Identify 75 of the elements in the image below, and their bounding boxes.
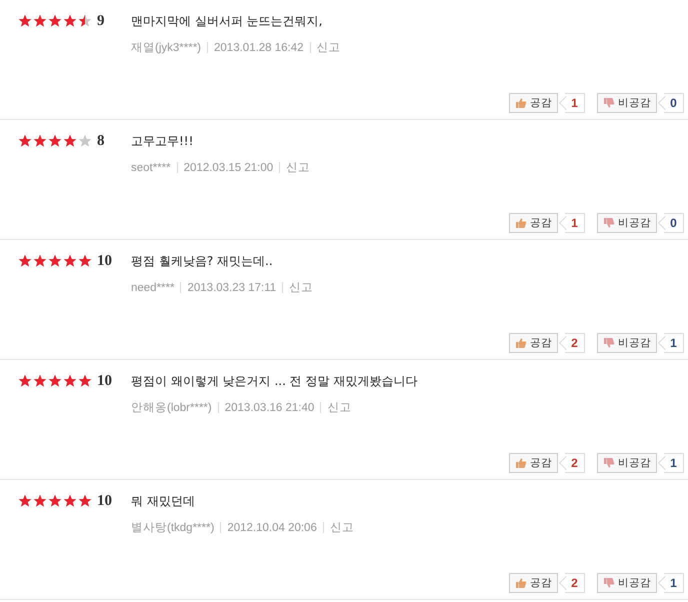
like-count: 1 [559, 93, 585, 113]
thumbs-up-icon [515, 217, 527, 229]
author-name: need**** [131, 282, 174, 294]
rating-score: 10 [96, 492, 113, 510]
dislike-count: 1 [658, 453, 684, 473]
rating-score: 10 [96, 372, 113, 390]
dislike-count: 0 [658, 93, 684, 113]
star-icon [48, 374, 62, 388]
thumbs-down-icon [603, 577, 615, 589]
dislike-count: 1 [658, 333, 684, 353]
star-icon [48, 134, 62, 148]
star-icon [18, 134, 32, 148]
review-date: 2013.03.23 17:11 [187, 282, 276, 294]
rating-score: 10 [96, 252, 113, 270]
thumbs-down-icon [603, 217, 615, 229]
star-icon [33, 254, 47, 268]
star-icon [78, 254, 92, 268]
star-icon [33, 374, 47, 388]
star-icon [33, 134, 47, 148]
dislike-button[interactable]: 비공감 [597, 93, 657, 113]
star-icon [78, 14, 92, 28]
like-count: 2 [559, 453, 585, 473]
rating-score: 9 [96, 12, 106, 30]
author-name: 안해옹(lobr****) [131, 401, 212, 415]
like-count: 2 [559, 333, 585, 353]
star-icon [18, 254, 32, 268]
star-icon [63, 14, 77, 28]
star-icon [33, 494, 47, 508]
dislike-button[interactable]: 비공감 [597, 573, 657, 593]
thumbs-down-icon [603, 337, 615, 349]
author-name: 별사탕(tkdg****) [131, 521, 214, 535]
review-text: 고무고무!!! [131, 132, 194, 150]
author-name: seot**** [131, 162, 171, 174]
review-date: 2012.10.04 20:06 [227, 522, 317, 534]
star-icon [18, 494, 32, 508]
thumbs-up-icon [515, 97, 527, 109]
dislike-button[interactable]: 비공감 [597, 333, 657, 353]
star-icon [48, 254, 62, 268]
star-icon [63, 134, 77, 148]
dislike-button[interactable]: 비공감 [597, 453, 657, 473]
star-icon [78, 134, 92, 148]
star-icon [78, 494, 92, 508]
review-text: 평점 훨케낮음? 재밋는데.. [131, 252, 273, 270]
like-button[interactable]: 공감 [509, 93, 558, 113]
like-count: 1 [559, 213, 585, 233]
like-button[interactable]: 공감 [509, 453, 558, 473]
review-date: 2013.01.28 16:42 [214, 42, 304, 54]
star-icon [18, 14, 32, 28]
review-date: 2012.03.15 21:00 [184, 162, 274, 174]
thumbs-down-icon [603, 97, 615, 109]
like-button[interactable]: 공감 [509, 213, 558, 233]
review-text: 뭐 재밌던데 [131, 492, 195, 510]
thumbs-up-icon [515, 577, 527, 589]
like-count: 2 [559, 573, 585, 593]
star-icon [63, 494, 77, 508]
review-text: 평점이 왜이렇게 낮은거지 ... 전 정말 재밌게봤습니다 [131, 372, 418, 390]
like-button[interactable]: 공감 [509, 573, 558, 593]
star-icon [48, 494, 62, 508]
thumbs-down-icon [603, 457, 615, 469]
review-text: 맨마지막에 실버서퍼 눈뜨는건뭐지, [131, 12, 322, 30]
dislike-count: 1 [658, 573, 684, 593]
star-icon [48, 14, 62, 28]
thumbs-up-icon [515, 457, 527, 469]
star-icon [63, 254, 77, 268]
star-icon [63, 374, 77, 388]
dislike-button[interactable]: 비공감 [597, 213, 657, 233]
author-name: 재열(jyk3****) [131, 41, 202, 55]
thumbs-up-icon [515, 337, 527, 349]
review-date: 2013.03.16 21:40 [224, 402, 314, 414]
like-button[interactable]: 공감 [509, 333, 558, 353]
rating-score: 8 [96, 132, 106, 150]
star-icon [18, 374, 32, 388]
star-icon [78, 374, 92, 388]
star-icon [33, 14, 47, 28]
dislike-count: 0 [658, 213, 684, 233]
